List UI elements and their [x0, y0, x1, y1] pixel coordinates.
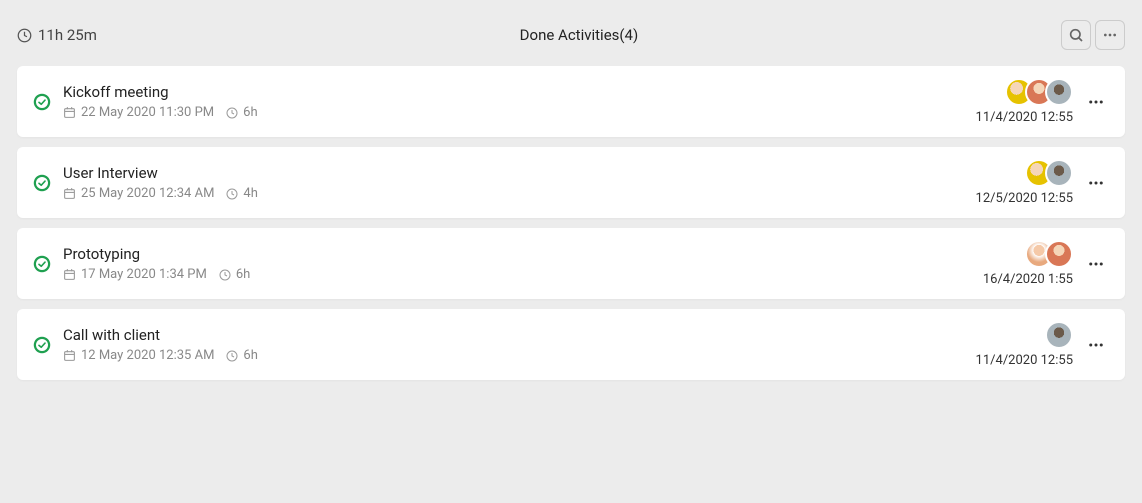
check-column: [33, 174, 51, 192]
check-column: [33, 93, 51, 111]
avatars-row: [1045, 321, 1073, 349]
activity-body: Call with client 12 May 2020 12:35 AM 6h: [63, 326, 976, 363]
activity-date-text: 17 May 2020 1:34 PM: [81, 267, 207, 282]
header: 11h 25m Done Activities(4): [0, 0, 1142, 66]
activity-date-meta: 25 May 2020 12:34 AM: [63, 186, 214, 201]
activity-meta: 12 May 2020 12:35 AM 6h: [63, 348, 976, 363]
activity-completed-at: 16/4/2020 1:55: [983, 272, 1073, 287]
activity-duration-text: 6h: [243, 105, 257, 120]
activity-body: Kickoff meeting 22 May 2020 11:30 PM 6h: [63, 83, 976, 120]
activity-duration-meta: 6h: [219, 267, 250, 282]
activity-date-text: 25 May 2020 12:34 AM: [81, 186, 214, 201]
activity-more-button[interactable]: [1083, 170, 1109, 196]
clock-icon: [226, 107, 238, 119]
total-time-text: 11h 25m: [38, 26, 97, 44]
activity-duration-text: 4h: [243, 186, 257, 201]
header-total-time: 11h 25m: [17, 26, 97, 44]
header-actions: [1061, 20, 1125, 50]
activity-more-button[interactable]: [1083, 89, 1109, 115]
activity-date-text: 12 May 2020 12:35 AM: [81, 348, 214, 363]
activity-title: Call with client: [63, 326, 976, 344]
avatar[interactable]: [1045, 240, 1073, 268]
activity-date-meta: 12 May 2020 12:35 AM: [63, 348, 214, 363]
activity-more-button[interactable]: [1083, 251, 1109, 277]
more-horizontal-icon: [1087, 174, 1105, 192]
clock-icon: [226, 350, 238, 362]
clock-icon: [17, 28, 32, 43]
more-horizontal-icon: [1087, 336, 1105, 354]
activity-duration-text: 6h: [236, 267, 250, 282]
clock-icon: [226, 188, 238, 200]
activity-right-col: 12/5/2020 12:55: [976, 159, 1073, 206]
activity-duration-meta: 4h: [226, 186, 257, 201]
activity-date-meta: 22 May 2020 11:30 PM: [63, 105, 214, 120]
avatar[interactable]: [1045, 159, 1073, 187]
activity-title: Prototyping: [63, 245, 983, 263]
check-column: [33, 255, 51, 273]
activity-body: User Interview 25 May 2020 12:34 AM 4h: [63, 164, 976, 201]
activity-title: Kickoff meeting: [63, 83, 976, 101]
more-horizontal-icon: [1087, 255, 1105, 273]
activity-body: Prototyping 17 May 2020 1:34 PM 6h: [63, 245, 983, 282]
activity-card[interactable]: Call with client 12 May 2020 12:35 AM 6h: [17, 309, 1125, 380]
avatar[interactable]: [1045, 321, 1073, 349]
activity-meta: 17 May 2020 1:34 PM 6h: [63, 267, 983, 282]
check-circle-icon: [33, 336, 51, 354]
activity-title: User Interview: [63, 164, 976, 182]
check-circle-icon: [33, 93, 51, 111]
activity-date-meta: 17 May 2020 1:34 PM: [63, 267, 207, 282]
check-column: [33, 336, 51, 354]
activity-card[interactable]: Kickoff meeting 22 May 2020 11:30 PM 6h: [17, 66, 1125, 137]
activity-card[interactable]: User Interview 25 May 2020 12:34 AM 4h: [17, 147, 1125, 218]
activity-date-text: 22 May 2020 11:30 PM: [81, 105, 214, 120]
activity-right-col: 11/4/2020 12:55: [976, 78, 1073, 125]
avatars-row: [1005, 78, 1073, 106]
activities-list: Kickoff meeting 22 May 2020 11:30 PM 6h: [0, 66, 1142, 380]
activity-card[interactable]: Prototyping 17 May 2020 1:34 PM 6h 16: [17, 228, 1125, 299]
activity-meta: 25 May 2020 12:34 AM 4h: [63, 186, 976, 201]
calendar-icon: [63, 349, 76, 362]
more-horizontal-icon: [1102, 27, 1118, 43]
check-circle-icon: [33, 174, 51, 192]
search-button[interactable]: [1061, 20, 1091, 50]
activity-duration-meta: 6h: [226, 348, 257, 363]
calendar-icon: [63, 187, 76, 200]
check-circle-icon: [33, 255, 51, 273]
calendar-icon: [63, 106, 76, 119]
header-title: Done Activities(4): [97, 26, 1061, 44]
activity-meta: 22 May 2020 11:30 PM 6h: [63, 105, 976, 120]
clock-icon: [219, 269, 231, 281]
activity-duration-meta: 6h: [226, 105, 257, 120]
avatars-row: [1025, 240, 1073, 268]
activity-more-button[interactable]: [1083, 332, 1109, 358]
more-button[interactable]: [1095, 20, 1125, 50]
avatars-row: [1025, 159, 1073, 187]
activity-duration-text: 6h: [243, 348, 257, 363]
activity-right-col: 11/4/2020 12:55: [976, 321, 1073, 368]
search-icon: [1068, 27, 1084, 43]
more-horizontal-icon: [1087, 93, 1105, 111]
activity-completed-at: 11/4/2020 12:55: [976, 353, 1073, 368]
avatar[interactable]: [1045, 78, 1073, 106]
calendar-icon: [63, 268, 76, 281]
activity-completed-at: 12/5/2020 12:55: [976, 191, 1073, 206]
activity-completed-at: 11/4/2020 12:55: [976, 110, 1073, 125]
activity-right-col: 16/4/2020 1:55: [983, 240, 1073, 287]
